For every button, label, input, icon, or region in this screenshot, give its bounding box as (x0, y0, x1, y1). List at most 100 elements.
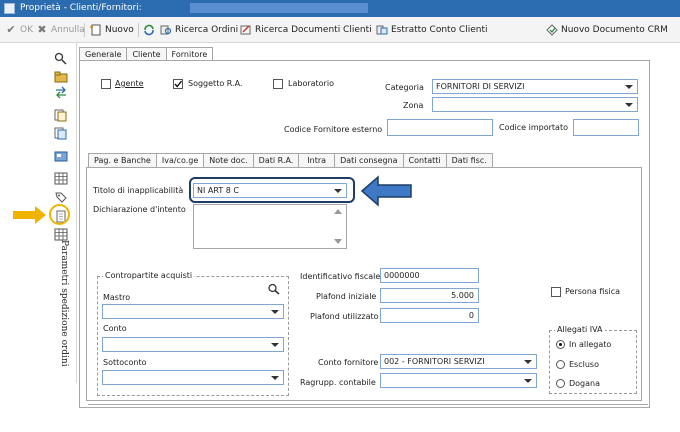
ragrupp-contabile-label: Ragrupp. contabile (300, 378, 376, 387)
laboratorio-label: Laboratorio (288, 79, 334, 88)
scroll-up-icon[interactable] (334, 209, 342, 214)
plafond-utilizzato-input[interactable]: 0 (380, 308, 479, 323)
title-bar: Proprietà - Clienti/Fornitori: (0, 0, 680, 17)
dichiarazione-intento-list[interactable] (193, 204, 347, 249)
documents-icon[interactable] (54, 109, 68, 122)
conto-fornitore-select[interactable]: 002 - FORNITORI SERVIZI (380, 354, 537, 369)
separator (138, 23, 139, 37)
tab-dati-consegna[interactable]: Dati consegna (334, 153, 404, 167)
tab-cliente[interactable]: Cliente (126, 47, 167, 61)
zona-select[interactable] (432, 97, 638, 112)
chevron-down-icon (625, 103, 633, 107)
soggetto-ra-label: Soggetto R.A. (188, 79, 243, 88)
callout-highlight-box (189, 177, 355, 203)
in-allegato-radio[interactable] (556, 340, 565, 349)
parametri-spedizione-ordini-label[interactable]: Parametri spedizione ordini (56, 240, 69, 367)
refresh-button[interactable] (143, 23, 155, 37)
check-icon: ✔ (6, 23, 16, 36)
codice-fornitore-esterno-input[interactable] (387, 119, 493, 136)
escluso-radio[interactable] (556, 360, 565, 369)
mastro-label: Mastro (103, 293, 131, 302)
sottoconto-select[interactable] (102, 370, 284, 385)
tab-dati-ra[interactable]: Dati R.A. (252, 153, 300, 167)
transfer-icon[interactable] (54, 86, 68, 99)
persona-fisica-label: Persona fisica (565, 287, 621, 296)
tab-contatti[interactable]: Contatti (402, 153, 447, 167)
tab-iva-coge[interactable]: Iva/co.ge (155, 153, 205, 168)
soggetto-ra-checkbox[interactable] (173, 79, 183, 89)
chevron-down-icon (271, 376, 279, 380)
allegati-iva-title: Allegati IVA (555, 325, 605, 334)
chevron-down-icon (524, 379, 532, 383)
ok-button[interactable]: ✔ OK (5, 23, 33, 37)
copy-icon[interactable] (54, 127, 68, 140)
ricerca-documenti-label: Ricerca Documenti Clienti (255, 25, 372, 35)
ricerca-ordini-label: Ricerca Ordini (175, 25, 239, 35)
new-document-icon (90, 24, 102, 36)
divider (88, 404, 648, 405)
chevron-down-icon (271, 310, 279, 314)
mastro-select[interactable] (102, 304, 284, 319)
nuovo-button[interactable]: Nuovo (90, 23, 134, 37)
separator (84, 23, 85, 37)
conto-select[interactable] (102, 337, 284, 352)
ricerca-documenti-button[interactable]: Ricerca Documenti Clienti (240, 23, 372, 37)
nuovo-label: Nuovo (105, 25, 134, 35)
scroll-down-icon[interactable] (334, 239, 342, 244)
main-tabs: Generale Cliente Fornitore (79, 47, 214, 62)
ok-label: OK (20, 25, 33, 35)
estratto-conto-button[interactable]: Estratto Conto Clienti (376, 23, 488, 37)
estratto-conto-label: Estratto Conto Clienti (391, 25, 488, 35)
search-icon[interactable] (54, 52, 68, 65)
in-allegato-label: In allegato (569, 340, 612, 349)
tab-generale[interactable]: Generale (79, 47, 128, 61)
window-title: Proprietà - Clienti/Fornitori: (20, 3, 142, 13)
ricerca-ordini-button[interactable]: Ricerca Ordini (160, 23, 238, 37)
highlight-circle (49, 204, 70, 225)
agente-label: Agente (115, 79, 144, 88)
chevron-down-icon (625, 85, 633, 89)
nuovo-documento-crm-button[interactable]: Nuovo Documento CRM (546, 23, 668, 37)
folder-icon[interactable] (54, 70, 68, 83)
tab-note-doc[interactable]: Note doc. (203, 153, 254, 167)
conto-fornitore-value: 002 - FORNITORI SERVIZI (384, 357, 485, 366)
tag-icon[interactable] (54, 190, 68, 203)
contropartite-title: Contropartite acquisti (103, 271, 195, 280)
chevron-down-icon (271, 343, 279, 347)
search-documents-icon (240, 24, 252, 36)
redacted-name (190, 3, 368, 13)
tab-pag-banche[interactable]: Pag. e Banche (88, 153, 157, 167)
crm-document-icon (546, 24, 558, 36)
fornitore-subtabs: Pag. e Banche Iva/co.ge Note doc. Dati R… (88, 153, 493, 168)
agente-checkbox[interactable] (101, 79, 111, 89)
plafond-iniziale-input[interactable]: 5.000 (380, 288, 479, 303)
categoria-label: Categoria (385, 83, 424, 92)
codice-importato-label: Codice importato (499, 123, 568, 132)
identificativo-fiscale-label: Identificativo fiscale (300, 272, 381, 281)
annulla-label: Annulla (51, 25, 85, 35)
identificativo-fiscale-input[interactable]: 0000000 (380, 268, 479, 283)
laboratorio-checkbox[interactable] (273, 79, 283, 89)
refresh-icon (143, 24, 155, 36)
highlight-arrow-icon (13, 206, 47, 226)
annulla-button[interactable]: ✖ Annulla (36, 23, 85, 37)
categoria-select[interactable]: FORNITORI DI SERVIZI (432, 79, 638, 94)
persona-fisica-checkbox[interactable] (551, 287, 561, 297)
codice-importato-input[interactable] (573, 119, 639, 136)
plafond-utilizzato-label: Plafond utilizzato (310, 312, 379, 321)
tab-dati-fisc[interactable]: Dati fisc. (445, 153, 493, 167)
search-icon[interactable] (267, 283, 281, 295)
conto-label: Conto (103, 324, 127, 333)
codice-fornitore-esterno-label: Codice Fornitore esterno (284, 125, 383, 134)
table-icon[interactable] (54, 172, 68, 185)
card-icon[interactable] (54, 150, 68, 163)
nuovo-documento-crm-label: Nuovo Documento CRM (561, 25, 668, 35)
dichiarazione-intento-label: Dichiarazione d'intento (93, 205, 186, 214)
account-statement-icon (376, 24, 388, 36)
dogana-radio[interactable] (556, 379, 565, 388)
toolbar: ✔ OK ✖ Annulla Nuovo Ricerca Ordini Rice… (0, 17, 680, 43)
ragrupp-contabile-select[interactable] (380, 373, 537, 388)
tab-intra[interactable]: Intra (298, 153, 336, 167)
sottoconto-label: Sottoconto (103, 358, 147, 367)
dogana-label: Dogana (569, 379, 601, 388)
